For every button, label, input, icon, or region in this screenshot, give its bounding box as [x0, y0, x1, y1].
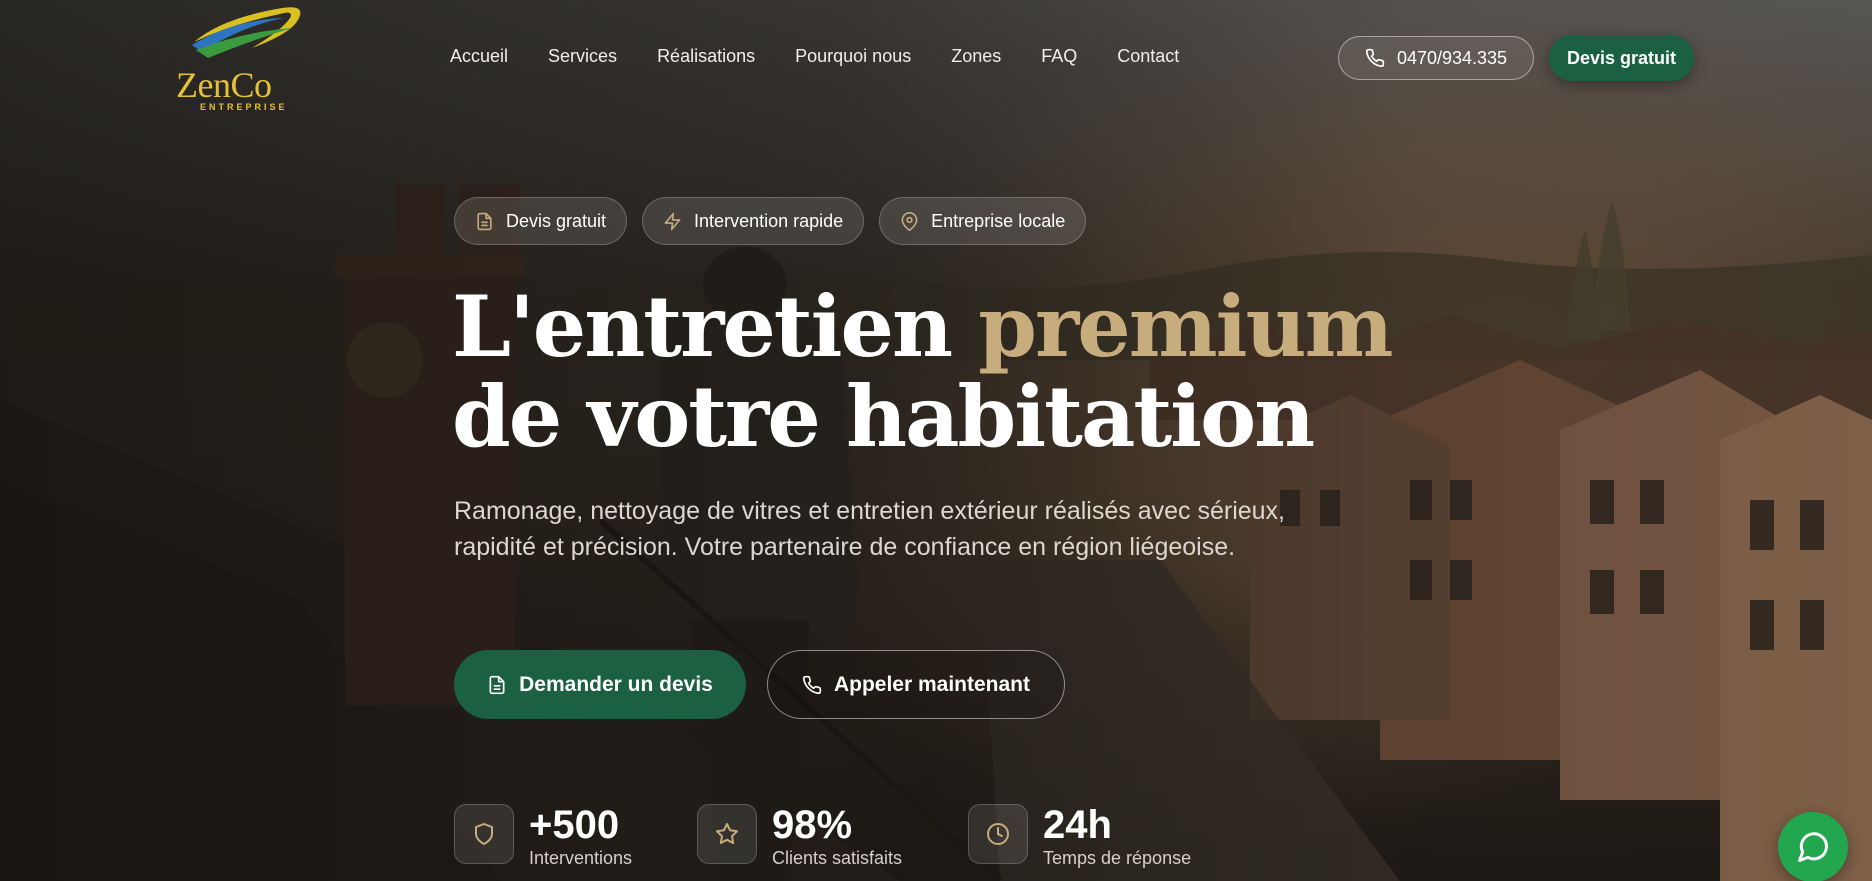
nav-contact[interactable]: Contact [1117, 46, 1179, 67]
phone-number: 0470/934.335 [1396, 47, 1508, 68]
clock-icon [987, 823, 1009, 845]
stat-icon-box [968, 804, 1028, 864]
map-pin-icon [901, 211, 918, 231]
lightning-icon [664, 212, 681, 230]
main-nav: Accueil Services Réalisations Pourquoi n… [450, 46, 1179, 67]
hero-badges: Devis gratuit Intervention rapide Entrep… [454, 197, 1087, 245]
badge-intervention-rapide: Intervention rapide [642, 197, 865, 245]
cta-secondary-label: Appeler maintenant [833, 672, 1031, 696]
star-icon [716, 823, 738, 844]
badge-label: Entreprise locale [931, 210, 1066, 231]
badge-devis-gratuit: Devis gratuit [454, 197, 628, 245]
shield-icon [475, 823, 493, 845]
nav-realisations[interactable]: Réalisations [657, 46, 755, 67]
hero-title-part1: L'entretien [452, 277, 979, 376]
nav-accueil[interactable]: Accueil [450, 46, 508, 67]
stat-value: 98% [772, 803, 853, 847]
demander-devis-button[interactable]: Demander un devis [454, 650, 746, 719]
stat-value: 24h [1043, 803, 1112, 847]
logo-subtitle: ENTREPRISE [200, 102, 288, 112]
badge-label: Devis gratuit [506, 210, 607, 231]
hero-title-accent: premium [978, 277, 1393, 376]
logo-name: ZenCo [176, 65, 272, 105]
hero-title: L'entretien premium de votre habitation [452, 282, 1393, 462]
hero-subtitle: Ramonage, nettoyage de vitres et entreti… [454, 497, 1286, 561]
nav-faq[interactable]: FAQ [1041, 46, 1077, 67]
stat-temps-reponse: 24h Temps de réponse [968, 804, 1191, 869]
cta-primary-label: Demander un devis [519, 672, 713, 696]
site-header: ZenCo ENTREPRISE Accueil Services Réalis… [0, 0, 1872, 115]
appeler-maintenant-button[interactable]: Appeler maintenant [767, 650, 1065, 719]
nav-pourquoi-nous[interactable]: Pourquoi nous [795, 46, 911, 67]
chat-bubble-icon [1798, 832, 1829, 862]
document-icon [489, 675, 505, 694]
devis-gratuit-button[interactable]: Devis gratuit [1549, 35, 1694, 81]
phone-icon [1365, 48, 1385, 68]
phone-button[interactable]: 0470/934.335 [1338, 36, 1534, 80]
phone-icon [802, 675, 822, 694]
stat-icon-box [454, 804, 514, 864]
document-icon [477, 212, 492, 230]
nav-services[interactable]: Services [548, 46, 617, 67]
stat-value: +500 [529, 803, 620, 847]
badge-entreprise-locale: Entreprise locale [879, 197, 1087, 245]
badge-label: Intervention rapide [694, 210, 844, 231]
stat-label: Interventions [529, 848, 633, 868]
chat-button[interactable] [1778, 812, 1848, 881]
stat-interventions: +500 Interventions [454, 804, 632, 869]
stat-clients-satisfaits: 98% Clients satisfaits [697, 804, 902, 869]
stat-label: Clients satisfaits [772, 848, 903, 868]
hero-title-line2: de votre habitation [452, 367, 1315, 466]
nav-zones[interactable]: Zones [951, 46, 1001, 67]
stat-icon-box [697, 804, 757, 864]
stat-label: Temps de réponse [1043, 848, 1192, 868]
logo-swoosh-icon [192, 7, 301, 58]
